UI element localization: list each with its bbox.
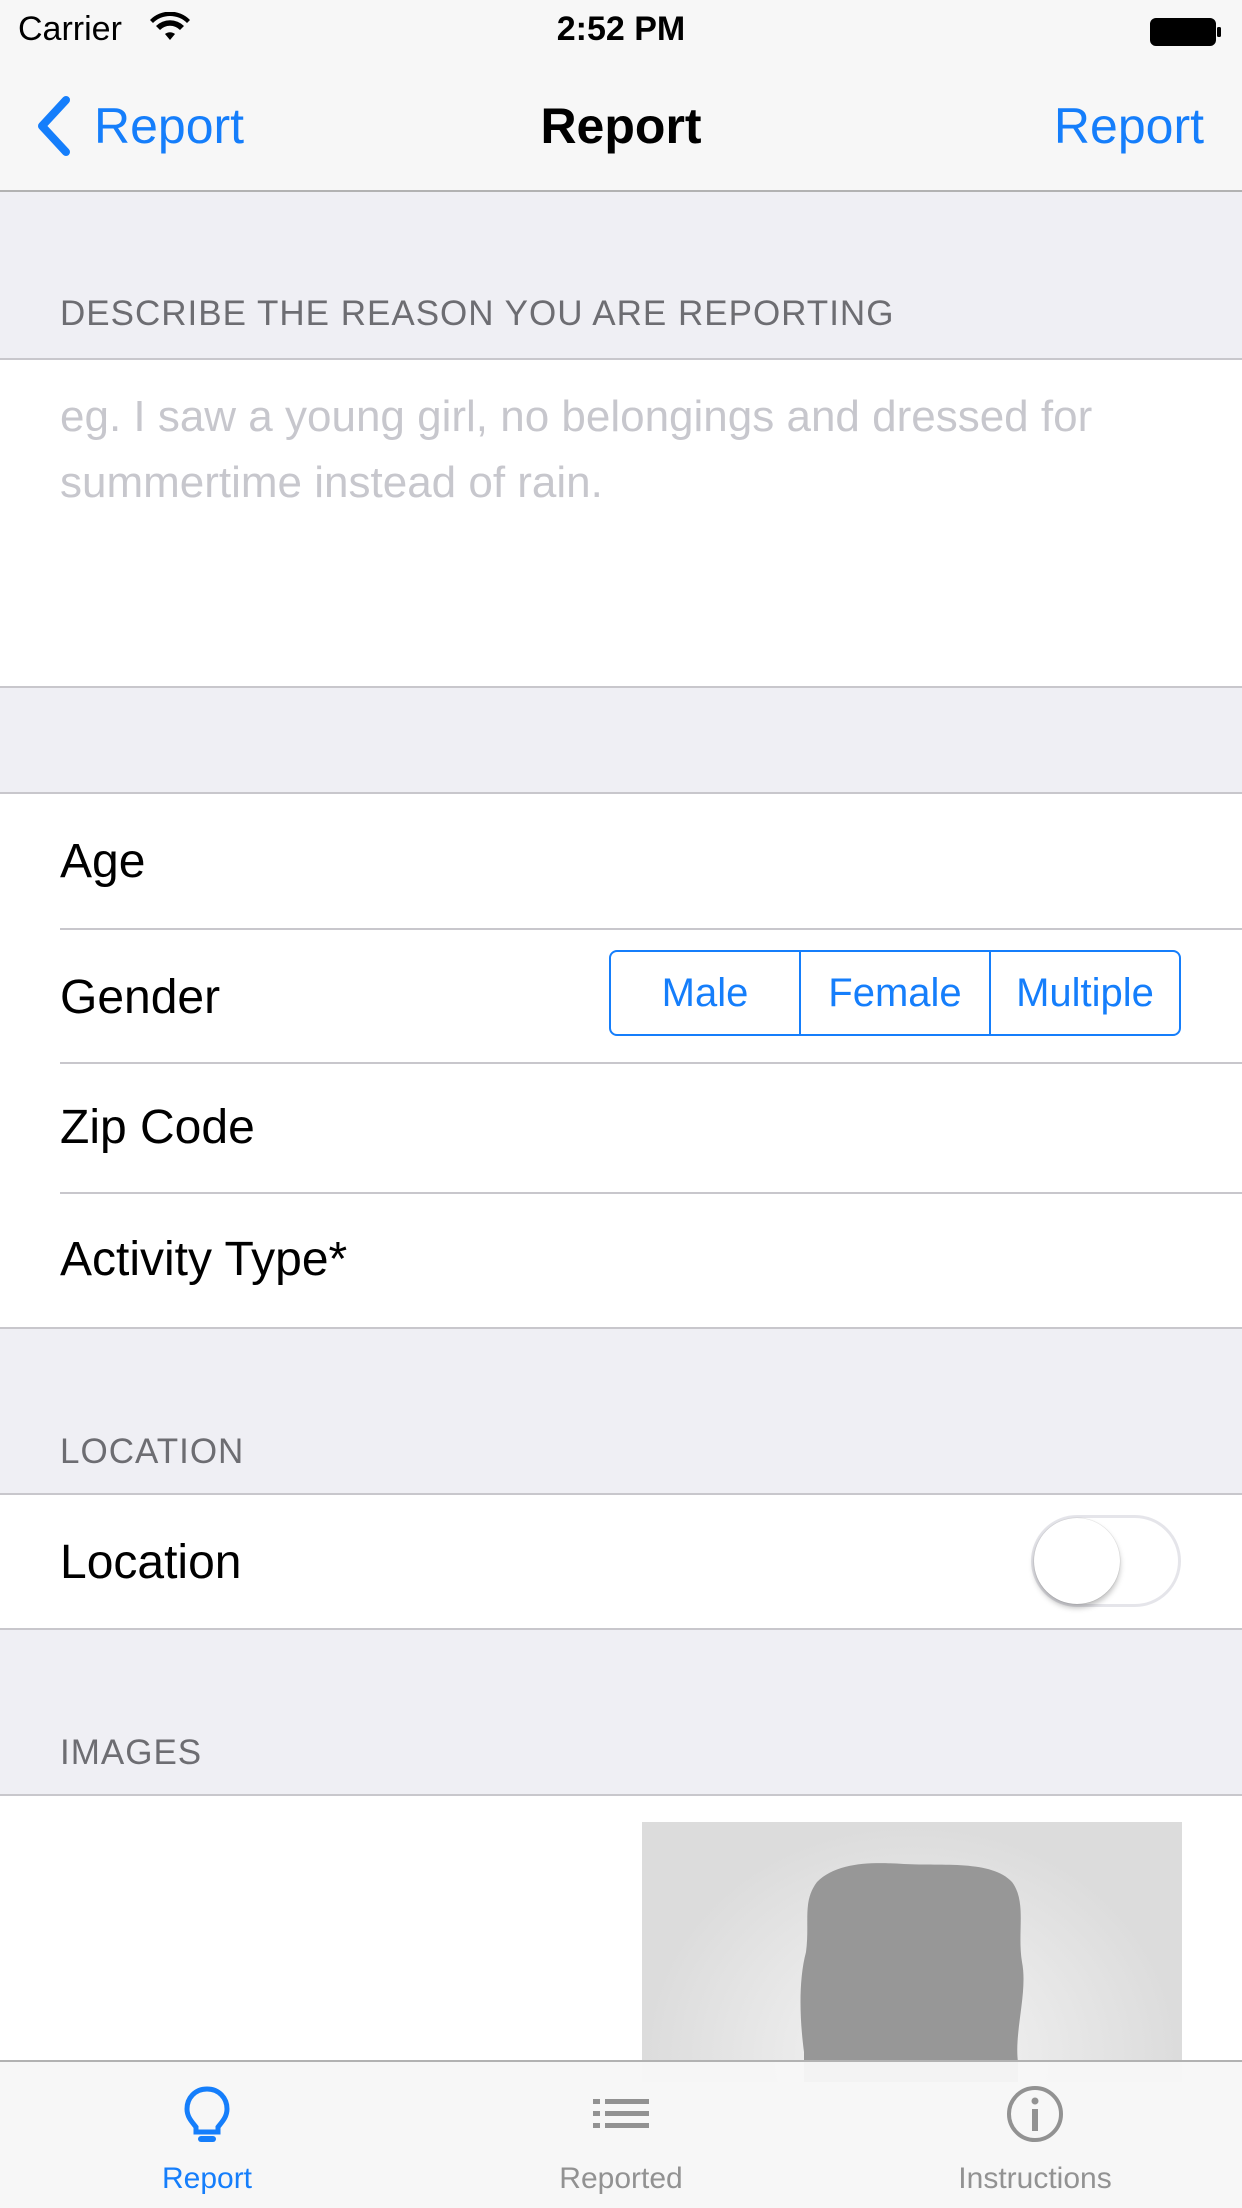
gender-option-male[interactable]: Male xyxy=(611,952,799,1034)
tab-instructions-label: Instructions xyxy=(958,2162,1112,2195)
age-label: Age xyxy=(60,835,146,888)
tab-report-label: Report xyxy=(161,2162,253,2195)
gender-option-multiple[interactable]: Multiple xyxy=(989,952,1179,1034)
activity-type-row[interactable]: Activity Type* xyxy=(0,1194,1242,1329)
details-group: Age Gender Male Female Multiple Zip Code… xyxy=(0,792,1242,1329)
zip-code-label: Zip Code xyxy=(60,1101,255,1154)
status-bar: Carrier 2:52 PM xyxy=(0,0,1242,60)
location-group: Location xyxy=(0,1493,1242,1630)
location-toggle[interactable] xyxy=(1031,1515,1181,1607)
reason-group: eg. I saw a young girl, no belongings an… xyxy=(0,358,1242,688)
gender-label: Gender xyxy=(60,971,221,1024)
tab-report[interactable]: Report xyxy=(0,2062,414,2208)
person-placeholder-image[interactable] xyxy=(642,1822,1182,2082)
lightbulb-icon xyxy=(184,2086,230,2142)
images-section-header: IMAGES xyxy=(60,1733,203,1772)
info-icon xyxy=(1007,2086,1063,2142)
age-row[interactable]: Age xyxy=(0,794,1242,928)
tab-instructions[interactable]: Instructions xyxy=(828,2062,1242,2208)
activity-type-label: Activity Type* xyxy=(60,1233,348,1286)
report-screen: Carrier 2:52 PM Report Report Report DES… xyxy=(0,0,1242,2208)
navigation-bar: Report Report Report xyxy=(0,60,1242,192)
person-silhouette-icon xyxy=(800,1863,1024,2082)
location-label: Location xyxy=(60,1536,242,1589)
toggle-knob xyxy=(1034,1518,1120,1604)
gender-row: Gender Male Female Multiple xyxy=(0,930,1242,1062)
location-section-header: LOCATION xyxy=(60,1432,245,1471)
reason-section-header: DESCRIBE THE REASON YOU ARE REPORTING xyxy=(60,294,895,333)
tab-reported[interactable]: Reported xyxy=(414,2062,828,2208)
tab-bar: Report Reported Instructions xyxy=(0,2060,1242,2208)
status-time: 2:52 PM xyxy=(556,10,686,48)
images-group xyxy=(0,1794,1242,2094)
submit-report-button[interactable]: Report xyxy=(1054,94,1204,158)
gender-segmented-control[interactable]: Male Female Multiple xyxy=(609,950,1181,1036)
zip-code-row[interactable]: Zip Code xyxy=(0,1064,1242,1192)
gender-option-female[interactable]: Female xyxy=(799,952,989,1034)
list-icon xyxy=(593,2099,649,2128)
reason-textarea[interactable]: eg. I saw a young girl, no belongings an… xyxy=(60,384,1180,516)
battery-icon xyxy=(1150,16,1222,46)
tab-reported-label: Reported xyxy=(559,2162,683,2195)
